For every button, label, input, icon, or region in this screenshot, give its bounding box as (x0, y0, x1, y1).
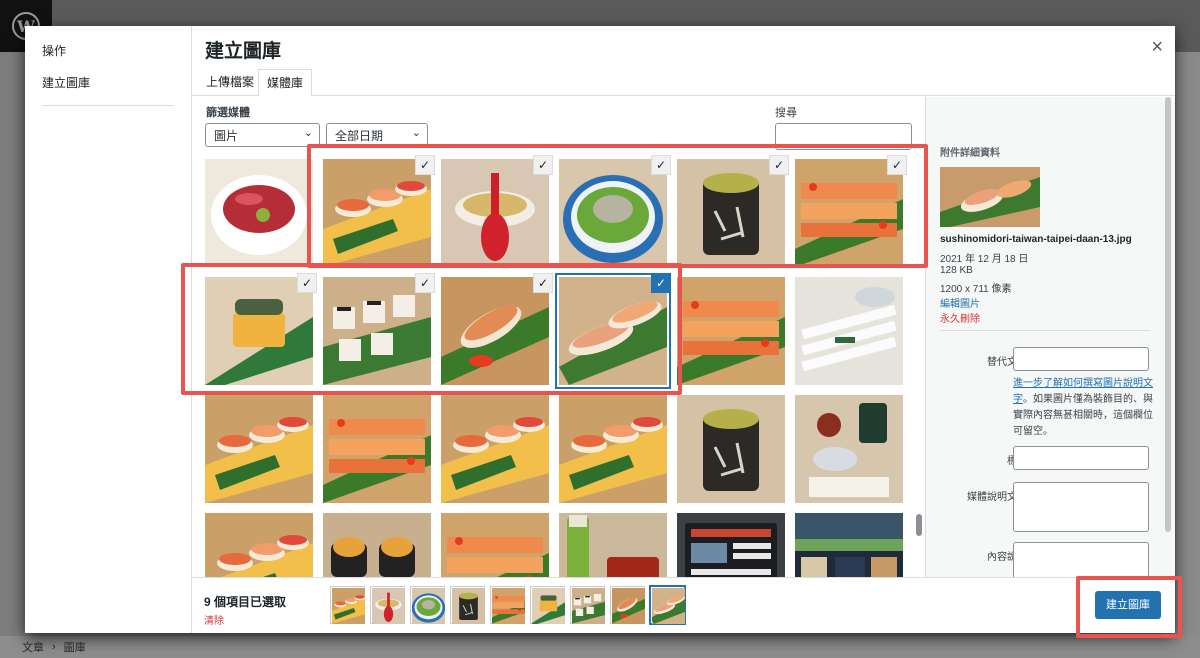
attachment-tile[interactable] (677, 395, 785, 503)
thumbnail-image (410, 588, 447, 624)
thumbnail-image (370, 588, 407, 624)
description-field[interactable] (1013, 542, 1149, 577)
media-bottom-toolbar: 9 個項目已選取 清除 建立圖庫 (192, 577, 1175, 633)
alt-text-help: 進一步了解如何撰寫圖片說明文字。如果圖片僅為裝飾目的、與實際內容無甚相關時，這個… (1013, 376, 1153, 440)
details-size: 128 KB (940, 265, 973, 276)
thumbnail-image (441, 395, 549, 503)
search-label: 搜尋 (775, 107, 797, 119)
thumbnail-image (610, 588, 647, 624)
breadcrumb-post[interactable]: 文章 (22, 639, 44, 655)
thumbnail-image (795, 277, 903, 385)
attachment-tile[interactable] (677, 277, 785, 385)
attachment-tile[interactable] (441, 395, 549, 503)
thumbnail-image (650, 588, 687, 624)
title-field[interactable] (1013, 446, 1149, 470)
selected-thumbnail[interactable] (490, 587, 527, 624)
thumbnail-image (490, 588, 527, 624)
selected-thumbnail[interactable] (610, 587, 647, 624)
thumbnail-image (205, 159, 313, 267)
tab-upload-files[interactable]: 上傳檔案 (198, 69, 262, 97)
attachment-details: 附件詳細資料 sushinomidori-taiwan-taipei-daan-… (925, 97, 1175, 577)
caption-field[interactable] (1013, 482, 1149, 532)
tab-media-library[interactable]: 媒體庫 (258, 69, 313, 97)
highlight-row-1 (307, 144, 928, 268)
attachment-tile[interactable] (795, 277, 903, 385)
menu-heading-actions: 操作 (42, 44, 67, 58)
selected-thumbnail[interactable] (330, 587, 367, 624)
menu-item-create-gallery[interactable]: 建立圖庫 (42, 74, 90, 91)
editor-sidebar (1176, 52, 1200, 636)
thumbnail-image (677, 395, 785, 503)
chevron-down-icon: ⌄ (303, 127, 313, 139)
thumbnail-image (559, 395, 667, 503)
thumbnail-image (323, 395, 431, 503)
details-thumbnail (940, 167, 1040, 227)
attachment-tile[interactable] (205, 395, 313, 503)
close-icon[interactable]: × (1151, 36, 1163, 59)
selected-thumbnail[interactable] (530, 587, 567, 624)
modal-tabs: 上傳檔案 媒體庫 (192, 66, 1175, 97)
thumbnail-image (530, 588, 567, 624)
selected-thumbnail[interactable] (570, 587, 607, 624)
filter-media-label: 篩選媒體 (206, 107, 250, 119)
media-menu: 操作 建立圖庫 (25, 26, 192, 633)
highlight-create-button (1076, 576, 1182, 638)
highlight-row-2 (181, 263, 682, 395)
alt-text-help-text: 。如果圖片僅為裝飾目的、與實際內容無甚相關時，這個欄位可留空。 (1013, 394, 1153, 437)
clear-selection-link[interactable]: 清除 (204, 612, 224, 627)
thumbnail-image (330, 588, 367, 624)
details-date: 2021 年 12 月 18 日 (940, 254, 1029, 265)
delete-permanently-link[interactable]: 永久刪除 (940, 310, 980, 325)
selected-thumbnail[interactable] (650, 587, 687, 624)
breadcrumb-separator: › (52, 641, 56, 653)
thumbnail-image (205, 395, 313, 503)
selected-thumbnail[interactable] (450, 587, 487, 624)
editor-breadcrumb: 文章 › 圖庫 (0, 636, 1200, 658)
modal-title: 建立圖庫 (205, 41, 282, 62)
grid-scroll-thumb[interactable] (916, 514, 922, 536)
details-filename: sushinomidori-taiwan-taipei-daan-13.jpg (940, 234, 1132, 245)
selected-thumbnail[interactable] (410, 587, 447, 624)
breadcrumb-gallery[interactable]: 圖庫 (64, 639, 86, 655)
details-scrollbar[interactable] (1165, 97, 1171, 532)
date-value: 全部日期 (335, 129, 384, 143)
menu-separator (42, 105, 174, 106)
attachment-tile[interactable] (795, 395, 903, 503)
selected-thumbnail[interactable] (370, 587, 407, 624)
details-separator (940, 330, 1150, 331)
alt-text-field[interactable] (1013, 347, 1149, 371)
attachment-tile[interactable] (205, 159, 313, 267)
thumbnail-image (795, 395, 903, 503)
edit-image-link[interactable]: 編輯圖片 (940, 295, 980, 310)
chevron-down-icon: ⌄ (411, 127, 421, 139)
details-dimensions: 1200 x 711 像素 (940, 284, 1012, 295)
selected-count: 9 個項目已選取 (204, 595, 287, 609)
details-heading: 附件詳細資料 (940, 148, 1000, 159)
thumbnail-image (450, 588, 487, 624)
thumbnail-image (677, 277, 785, 385)
media-type-select[interactable]: 圖片 ⌄ (205, 123, 320, 147)
attachment-tile[interactable] (323, 395, 431, 503)
thumbnail-image (570, 588, 607, 624)
attachment-tile[interactable] (559, 395, 667, 503)
media-type-value: 圖片 (214, 129, 239, 143)
